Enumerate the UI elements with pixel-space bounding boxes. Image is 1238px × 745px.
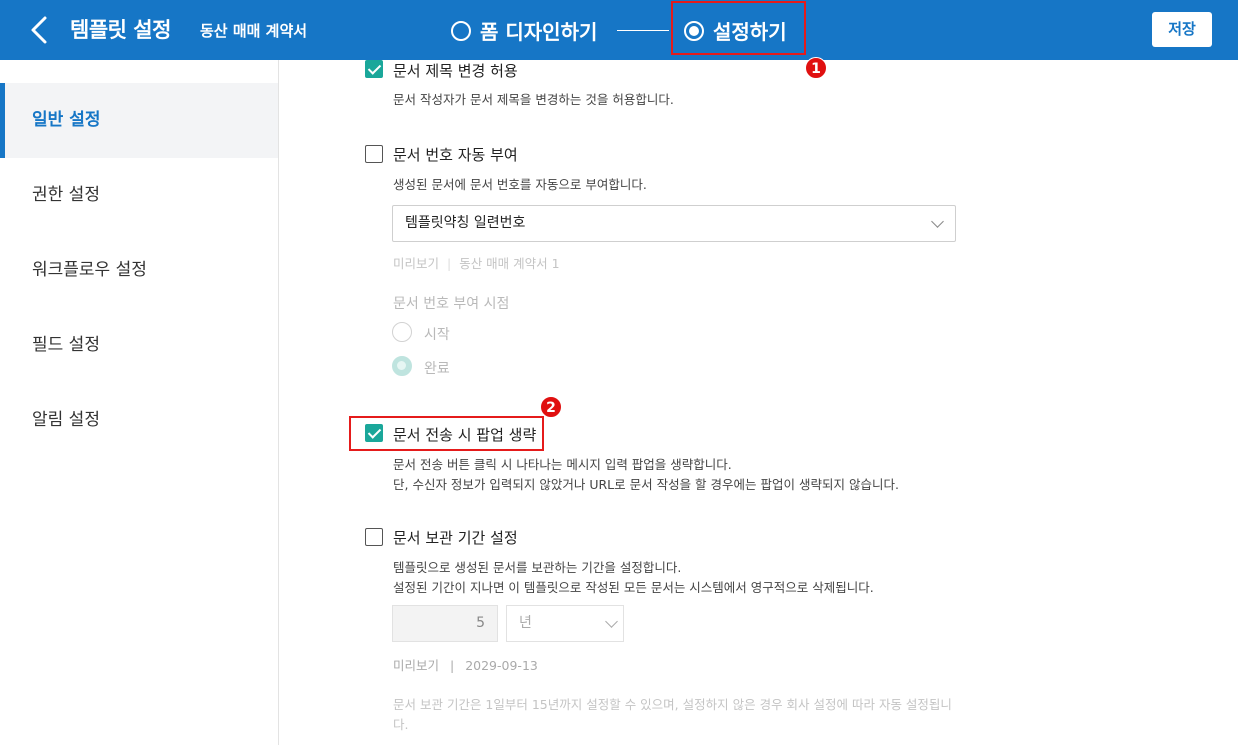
settings-sidebar: 일반 설정 권한 설정 워크플로우 설정 필드 설정 알림 설정	[0, 60, 279, 745]
title-change-desc: 문서 작성자가 문서 제목을 변경하는 것을 허용합니다.	[393, 92, 674, 107]
timing-complete-label: 완료	[424, 361, 450, 377]
retention-label: 문서 보관 기간 설정	[393, 529, 518, 547]
back-arrow-icon[interactable]	[28, 14, 50, 46]
retention-unit-value: 년	[519, 615, 532, 631]
retention-preview: 미리보기 | 2029-09-13	[393, 655, 538, 674]
step-form-design[interactable]: 폼 디자인하기	[451, 16, 597, 45]
page-title: 템플릿 설정	[70, 18, 171, 42]
chevron-down-icon	[931, 215, 944, 228]
retention-period-input[interactable]: 5	[392, 605, 498, 642]
radio-off-icon	[451, 20, 471, 41]
timing-complete-radio[interactable]	[392, 356, 412, 376]
retention-preview-value: 2029-09-13	[465, 658, 538, 673]
sidebar-item-workflow[interactable]: 워크플로우 설정	[0, 233, 278, 308]
title-change-label: 문서 제목 변경 허용	[393, 62, 518, 80]
skip-popup-desc-1: 문서 전송 버튼 클릭 시 나타나는 메시지 입력 팝업을 생략합니다.	[393, 457, 732, 472]
chevron-down-icon	[605, 615, 618, 628]
retention-note-2: 다.	[393, 717, 409, 732]
preview-divider: |	[447, 256, 452, 271]
number-format-select[interactable]: 템플릿약칭 일련번호	[392, 205, 956, 242]
retention-unit-select[interactable]: 년	[506, 605, 624, 642]
highlight-box-settings-step	[671, 1, 806, 55]
skip-popup-desc-2: 단, 수신자 정보가 입력되지 않았거나 URL로 문서 작성을 할 경우에는 …	[393, 477, 899, 492]
preview-divider: |	[450, 658, 455, 673]
title-change-checkbox[interactable]	[365, 60, 383, 78]
step-connector	[617, 30, 669, 31]
retention-checkbox[interactable]	[365, 528, 383, 546]
auto-number-label: 문서 번호 자동 부여	[393, 146, 518, 164]
skip-popup-checkbox[interactable]	[365, 424, 383, 442]
template-name: 동산 매매 계약서	[200, 22, 308, 40]
number-timing-label: 문서 번호 부여 시점	[393, 296, 510, 312]
auto-number-checkbox[interactable]	[365, 145, 383, 163]
auto-number-desc: 생성된 문서에 문서 번호를 자동으로 부여합니다.	[393, 177, 647, 192]
annotation-badge-2: 2	[540, 396, 562, 418]
retention-preview-label: 미리보기	[393, 658, 440, 673]
step-form-design-label: 폼 디자인하기	[480, 20, 598, 44]
number-preview-label: 미리보기	[393, 256, 440, 271]
retention-note-1: 문서 보관 기간은 1일부터 15년까지 설정할 수 있으며, 설정하지 않은 …	[393, 697, 952, 712]
skip-popup-label: 문서 전송 시 팝업 생략	[393, 426, 537, 444]
settings-content: 문서 제목 변경 허용 문서 작성자가 문서 제목을 변경하는 것을 허용합니다…	[280, 60, 1238, 745]
number-preview-value: 동산 매매 계약서 1	[459, 256, 560, 271]
retention-desc-2: 설정된 기간이 지나면 이 템플릿으로 작성된 모든 문서는 시스템에서 영구적…	[393, 580, 874, 595]
number-format-value: 템플릿약칭 일련번호	[405, 215, 526, 231]
save-button[interactable]: 저장	[1152, 12, 1212, 47]
sidebar-item-permissions[interactable]: 권한 설정	[0, 158, 278, 233]
retention-desc-1: 템플릿으로 생성된 문서를 보관하는 기간을 설정합니다.	[393, 560, 682, 575]
sidebar-item-notifications[interactable]: 알림 설정	[0, 383, 278, 458]
sidebar-item-fields[interactable]: 필드 설정	[0, 308, 278, 383]
number-preview: 미리보기 | 동산 매매 계약서 1	[393, 253, 560, 272]
timing-start-label: 시작	[424, 327, 450, 343]
sidebar-item-general[interactable]: 일반 설정	[0, 83, 278, 158]
timing-start-radio[interactable]	[392, 322, 412, 342]
top-header: 템플릿 설정 동산 매매 계약서 폼 디자인하기 설정하기 저장	[0, 0, 1238, 60]
